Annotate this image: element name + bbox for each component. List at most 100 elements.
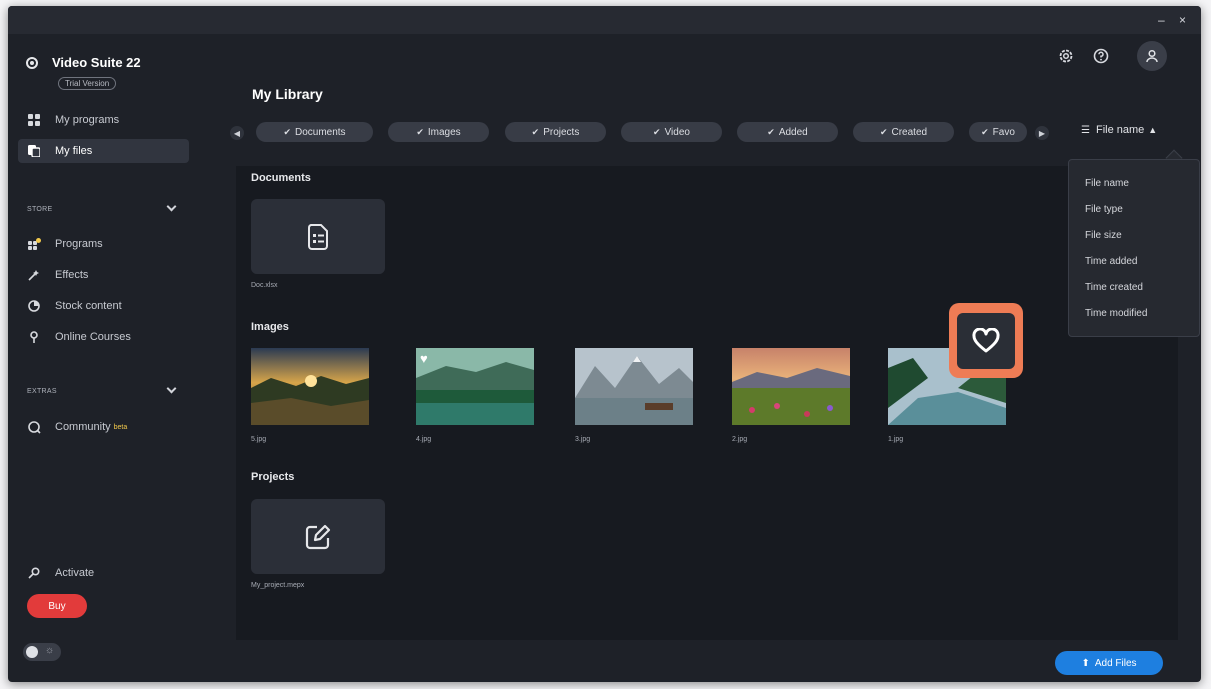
filter-chip-images[interactable]: ✔ Images [388, 122, 489, 142]
page-title: My Library [252, 86, 323, 102]
file-tile-project[interactable] [251, 499, 385, 574]
close-button[interactable]: × [1179, 13, 1186, 27]
check-icon: ✔ [879, 126, 888, 137]
chip-label: Video [664, 126, 690, 138]
sidebar-item-label: My files [55, 145, 93, 157]
sort-icon: ☰ [1081, 124, 1090, 136]
chevron-up-icon: ▲ [1148, 125, 1158, 135]
group-title-documents: Documents [251, 172, 311, 184]
sun-icon: ☼ [45, 645, 55, 656]
image-thumbnail-favorite[interactable]: ♥ [416, 348, 534, 425]
theme-toggle[interactable]: ☼ [23, 643, 61, 661]
favorite-heart-icon[interactable]: ♥ [420, 352, 428, 365]
minimize-button[interactable]: – [1158, 13, 1165, 27]
store-chevron-icon[interactable] [166, 201, 177, 212]
file-name: 2.jpg [732, 436, 748, 443]
title-bar: – × [8, 6, 1201, 34]
mountain-lake-image [575, 348, 693, 425]
sort-dropdown-menu: File name File type File size Time added… [1068, 159, 1200, 337]
check-icon: ✔ [981, 126, 989, 137]
group-title-projects: Projects [251, 471, 295, 483]
grid-icon [27, 114, 41, 126]
sort-option-time-created[interactable]: Time created [1085, 282, 1143, 293]
sort-current-label: File name [1095, 124, 1145, 136]
filter-chip-documents[interactable]: ✔ Documents [256, 122, 373, 142]
add-files-button[interactable]: ⬆ Add Files [1055, 651, 1163, 675]
file-name: 4.jpg [416, 436, 432, 443]
app-logo-icon [26, 56, 38, 69]
extras-chevron-icon[interactable] [166, 383, 177, 394]
sidebar-item-online-courses[interactable]: Online Courses [18, 325, 189, 349]
help-icon[interactable] [1093, 48, 1109, 64]
app-window: – × Video Suite 22 Trial Version My prog… [8, 6, 1201, 682]
sort-option-time-added[interactable]: Time added [1085, 256, 1137, 267]
effects-icon [27, 269, 41, 281]
sidebar-item-community[interactable]: Community beta [18, 415, 189, 439]
sunset-landscape-image [251, 348, 369, 425]
favorite-heart-highlight[interactable] [949, 303, 1023, 378]
scroll-right-chevron-icon[interactable]: ▶ [1035, 126, 1049, 140]
image-thumbnail[interactable] [732, 348, 850, 425]
add-files-label: Add Files [1094, 657, 1137, 669]
sort-option-file-name[interactable]: File name [1085, 178, 1129, 189]
image-thumbnail[interactable] [251, 348, 369, 425]
sidebar-item-label: Effects [55, 269, 89, 281]
sidebar-item-effects[interactable]: Effects [18, 263, 189, 287]
scroll-left-chevron-icon[interactable]: ◀ [230, 126, 244, 140]
sidebar-item-stock-content[interactable]: Stock content [18, 294, 189, 318]
filter-chip-projects[interactable]: ✔ Projects [505, 122, 606, 142]
location-pin-icon [27, 331, 41, 343]
store-section-label: STORE [27, 206, 53, 213]
brand: Video Suite 22 [26, 55, 141, 70]
activate-link[interactable]: Activate [18, 561, 189, 585]
files-icon [27, 145, 41, 157]
check-icon: ✔ [653, 126, 661, 137]
activate-label: Activate [55, 567, 95, 579]
file-name: 5.jpg [251, 436, 267, 443]
sidebar-item-label: Online Courses [55, 331, 131, 343]
file-tile-document[interactable] [251, 199, 385, 274]
chip-label: Favo [992, 126, 1015, 138]
filter-chip-video[interactable]: ✔ Video [621, 122, 722, 142]
filter-chip-added[interactable]: ✔ Added [737, 122, 838, 142]
buy-button[interactable]: Buy [27, 594, 87, 618]
file-name: 1.jpg [888, 436, 904, 443]
check-icon: ✔ [531, 126, 540, 137]
user-avatar-icon[interactable] [1137, 41, 1167, 71]
beta-badge: beta [113, 423, 128, 431]
key-icon [27, 567, 41, 579]
sort-dropdown-button[interactable]: ☰ File name ▲ [1081, 124, 1157, 136]
spreadsheet-file-icon [308, 223, 328, 250]
sidebar-item-programs[interactable]: Programs [18, 232, 189, 256]
sort-option-file-size[interactable]: File size [1085, 230, 1122, 241]
sort-option-file-type[interactable]: File type [1085, 204, 1123, 215]
image-thumbnail[interactable] [575, 348, 693, 425]
file-name: My_project.mepx [251, 582, 305, 589]
group-title-images: Images [251, 321, 289, 333]
check-icon: ✔ [767, 126, 775, 137]
chip-label: Added [778, 126, 808, 138]
chat-icon [27, 420, 41, 434]
sidebar-item-label: Stock content [55, 300, 122, 312]
forest-lake-image [416, 348, 534, 425]
filter-chip-created[interactable]: ✔ Created [853, 122, 954, 142]
toggle-knob [26, 646, 38, 658]
app-name: Video Suite 22 [52, 55, 141, 70]
check-icon: ✔ [416, 126, 424, 137]
sidebar-item-label: My programs [55, 114, 120, 126]
stock-icon [27, 300, 41, 312]
file-name: Doc.xlsx [251, 282, 278, 289]
apps-icon [27, 237, 41, 251]
filter-chip-favorites[interactable]: ✔ Favo [969, 122, 1027, 142]
sidebar-item-my-programs[interactable]: My programs [18, 108, 189, 132]
sidebar: Video Suite 22 Trial Version My programs… [8, 34, 236, 682]
sort-option-time-modified[interactable]: Time modified [1085, 308, 1147, 319]
check-icon: ✔ [283, 126, 291, 137]
sidebar-item-my-files[interactable]: My files [18, 139, 189, 163]
settings-gear-icon[interactable] [1058, 48, 1074, 64]
trial-badge: Trial Version [58, 77, 117, 90]
flower-meadow-image [732, 348, 850, 425]
edit-project-icon [305, 524, 331, 549]
file-name: 3.jpg [575, 436, 591, 443]
chip-label: Projects [543, 126, 580, 138]
